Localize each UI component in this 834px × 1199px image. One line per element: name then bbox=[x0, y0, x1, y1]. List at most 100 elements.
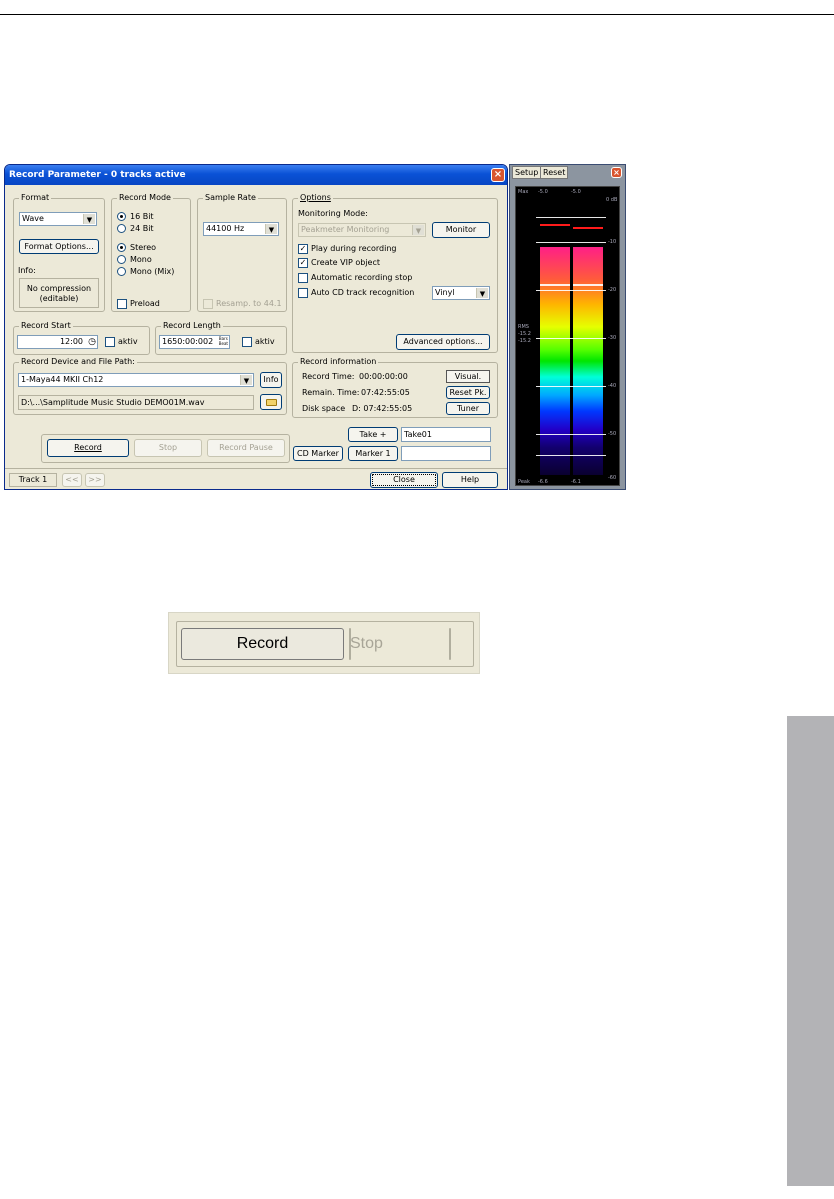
advanced-options-button[interactable]: Advanced options... bbox=[396, 334, 490, 350]
close-button[interactable]: Close bbox=[370, 472, 438, 488]
scale-40: -40 bbox=[608, 383, 617, 389]
scale-30: -30 bbox=[608, 335, 617, 341]
reset-peak-button[interactable]: Reset Pk. bbox=[446, 386, 490, 399]
grid-line bbox=[536, 386, 606, 387]
format-value: Wave bbox=[22, 214, 44, 223]
auto-cd-checkbox[interactable] bbox=[298, 288, 308, 298]
chevron-down-icon: ▼ bbox=[240, 375, 252, 385]
sample-rate-select[interactable]: 44100 Hz ▼ bbox=[203, 222, 279, 236]
record-mode-label: Record Mode bbox=[117, 193, 173, 203]
record-start-field[interactable]: 12:00 ◷ bbox=[17, 335, 98, 349]
transport-group: Record Stop Record Pause bbox=[41, 434, 290, 463]
max-right-value: -5.0 bbox=[571, 189, 581, 195]
auto-stop-checkbox[interactable] bbox=[298, 273, 308, 283]
track-indicator: Track 1 bbox=[9, 473, 57, 487]
grid-line bbox=[536, 217, 606, 218]
browse-folder-button[interactable] bbox=[260, 394, 282, 410]
radio-stereo[interactable] bbox=[117, 243, 126, 252]
meter-close-icon[interactable]: × bbox=[611, 167, 622, 178]
record-device-group: Record Device and File Path: 1-Maya44 MK… bbox=[13, 357, 287, 415]
meter-display: Max -5.0 -5.0 0 dB -10 -20 -30 -40 -50 -… bbox=[515, 186, 620, 486]
record-pause-button[interactable]: Record Pause bbox=[207, 439, 285, 457]
record-start-group: Record Start 12:00 ◷ aktiv bbox=[13, 321, 150, 355]
chevron-down-icon: ▼ bbox=[265, 224, 277, 234]
visual-button[interactable]: Visual. bbox=[446, 370, 490, 383]
resample-label: Resamp. to 44.1 bbox=[216, 299, 282, 308]
radio-16bit[interactable] bbox=[117, 212, 126, 221]
preload-checkbox[interactable] bbox=[117, 299, 127, 309]
record-start-label: Record Start bbox=[19, 321, 73, 331]
take-plus-button[interactable]: Take + bbox=[348, 427, 398, 442]
sample-rate-label: Sample Rate bbox=[203, 193, 258, 203]
folder-icon bbox=[266, 399, 277, 406]
cd-source-select[interactable]: Vinyl ▼ bbox=[432, 286, 490, 300]
monitoring-mode-select[interactable]: Peakmeter Monitoring ▼ bbox=[298, 223, 426, 237]
zoom-record-pause-button[interactable] bbox=[449, 628, 451, 660]
cd-marker-button[interactable]: CD Marker bbox=[293, 446, 343, 461]
device-info-button[interactable]: Info bbox=[260, 372, 282, 388]
record-length-aktiv-checkbox[interactable] bbox=[242, 337, 252, 347]
play-during-recording-checkbox[interactable]: ✓ bbox=[298, 244, 308, 254]
max-label: Max bbox=[518, 189, 529, 195]
next-track-button[interactable]: >> bbox=[85, 473, 105, 487]
play-during-recording-label: Play during recording bbox=[311, 244, 397, 253]
prev-track-button[interactable]: << bbox=[62, 473, 82, 487]
options-group: Options Monitoring Mode: Peakmeter Monit… bbox=[292, 193, 498, 353]
record-device-value: 1-Maya44 MKII Ch12 bbox=[21, 375, 104, 384]
record-length-label: Record Length bbox=[161, 321, 223, 331]
clock-icon[interactable]: ◷ bbox=[88, 336, 96, 348]
zoom-stop-button[interactable]: Stop bbox=[349, 628, 383, 660]
format-select[interactable]: Wave ▼ bbox=[19, 212, 97, 226]
resample-checkbox[interactable] bbox=[203, 299, 213, 309]
rms-left-value: -15.2 bbox=[518, 331, 531, 337]
stop-button[interactable]: Stop bbox=[134, 439, 202, 457]
record-button[interactable]: Record bbox=[47, 439, 129, 457]
remain-time-value: 07:42:55:05 bbox=[361, 388, 410, 397]
help-button[interactable]: Help bbox=[442, 472, 498, 488]
file-path-box: D:\...\Samplitude Music Studio DEMO01M.w… bbox=[18, 395, 254, 410]
auto-cd-label: Auto CD track recognition bbox=[311, 288, 415, 297]
reset-tab[interactable]: Reset bbox=[540, 166, 569, 179]
format-options-button[interactable]: Format Options... bbox=[19, 239, 99, 254]
take-name-field[interactable]: Take01 bbox=[401, 427, 491, 442]
radio-24bit-label: 24 Bit bbox=[130, 224, 154, 233]
create-vip-label: Create VIP object bbox=[311, 258, 380, 267]
sample-rate-value: 44100 Hz bbox=[206, 224, 245, 233]
preload-label: Preload bbox=[130, 299, 160, 308]
record-start-aktiv-checkbox[interactable] bbox=[105, 337, 115, 347]
scale-60: -60 bbox=[608, 475, 617, 481]
rms-left-marker bbox=[540, 284, 570, 286]
record-length-field[interactable]: 1650:00:002 Bars Beat bbox=[159, 335, 230, 349]
rms-label: RMS bbox=[518, 324, 529, 330]
radio-mono-mix[interactable] bbox=[117, 267, 126, 276]
marker-name-field[interactable] bbox=[401, 446, 491, 461]
grid-line bbox=[536, 434, 606, 435]
right-peak-marker bbox=[573, 227, 603, 229]
format-info-box: No compression (editable) bbox=[19, 278, 99, 308]
radio-mono-label: Mono bbox=[130, 255, 152, 264]
scale-10: -10 bbox=[608, 239, 617, 245]
transport-zoom-group: Record Stop bbox=[176, 621, 474, 667]
close-icon[interactable]: × bbox=[491, 168, 505, 182]
auto-stop-label: Automatic recording stop bbox=[311, 273, 413, 282]
monitor-button[interactable]: Monitor bbox=[432, 222, 490, 238]
tuner-button[interactable]: Tuner bbox=[446, 402, 490, 415]
file-path-value: D:\...\Samplitude Music Studio DEMO01M.w… bbox=[21, 398, 205, 407]
marker-button[interactable]: Marker 1 bbox=[348, 446, 398, 461]
record-length-aktiv-label: aktiv bbox=[255, 337, 275, 346]
record-mode-group: Record Mode 16 Bit 24 Bit Stereo Mono Mo… bbox=[111, 193, 191, 312]
record-length-group: Record Length 1650:00:002 Bars Beat akti… bbox=[155, 321, 287, 355]
monitoring-mode-value: Peakmeter Monitoring bbox=[301, 225, 390, 234]
zoom-record-button[interactable]: Record bbox=[181, 628, 344, 660]
record-length-unit[interactable]: Bars Beat bbox=[219, 336, 228, 346]
remain-time-label: Remain. Time: bbox=[302, 388, 360, 397]
record-device-select[interactable]: 1-Maya44 MKII Ch12 ▼ bbox=[18, 373, 254, 387]
disk-space-label: Disk space bbox=[302, 404, 346, 413]
radio-mono[interactable] bbox=[117, 255, 126, 264]
max-left-value: -5.0 bbox=[538, 189, 548, 195]
create-vip-checkbox[interactable]: ✓ bbox=[298, 258, 308, 268]
setup-tab[interactable]: Setup bbox=[512, 166, 542, 179]
radio-24bit[interactable] bbox=[117, 224, 126, 233]
peak-right-value: -6.1 bbox=[571, 479, 581, 485]
scale-0db: 0 dB bbox=[606, 197, 618, 203]
